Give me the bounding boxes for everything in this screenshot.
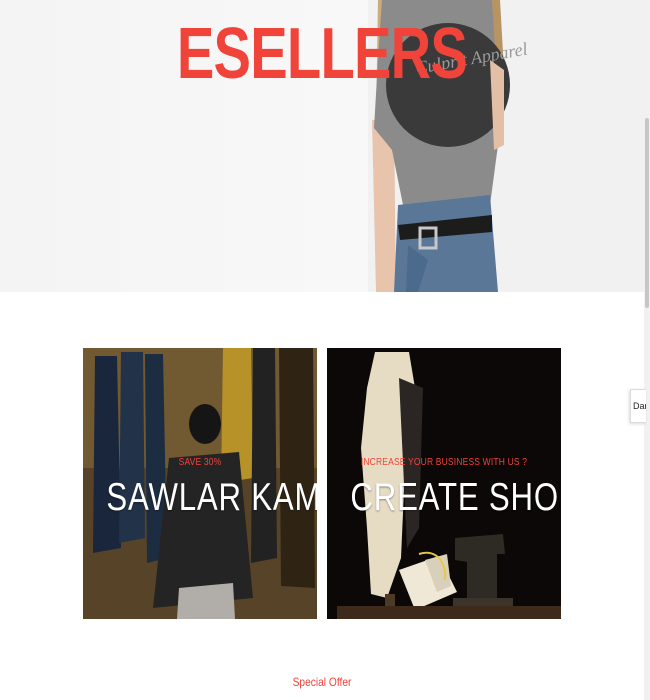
brand-title: ESELLERS xyxy=(176,14,468,94)
special-offer-heading: Special Offer xyxy=(292,675,352,689)
create-shop-banner[interactable]: INCREASE YOUR BUSINESS WITH US ? CREATE … xyxy=(327,348,561,619)
banner-title: SAWLAR KAMIZ xyxy=(106,476,317,519)
dark-mode-label: Dark xyxy=(633,401,646,411)
dark-mode-toggle[interactable]: Dark xyxy=(630,389,646,423)
banner-subtitle: SAVE 30% xyxy=(178,457,222,468)
banner-title: CREATE SHOP xyxy=(350,476,561,519)
page-scrollbar-track[interactable] xyxy=(644,0,650,700)
page-scrollbar-thumb[interactable] xyxy=(645,118,649,308)
hero-banner: Culprit Apparel ESELLERS xyxy=(0,0,644,292)
banner-subtitle: INCREASE YOUR BUSINESS WITH US ? xyxy=(360,457,528,468)
sawlar-kamiz-banner[interactable]: SAVE 30% SAWLAR KAMIZ xyxy=(83,348,317,619)
